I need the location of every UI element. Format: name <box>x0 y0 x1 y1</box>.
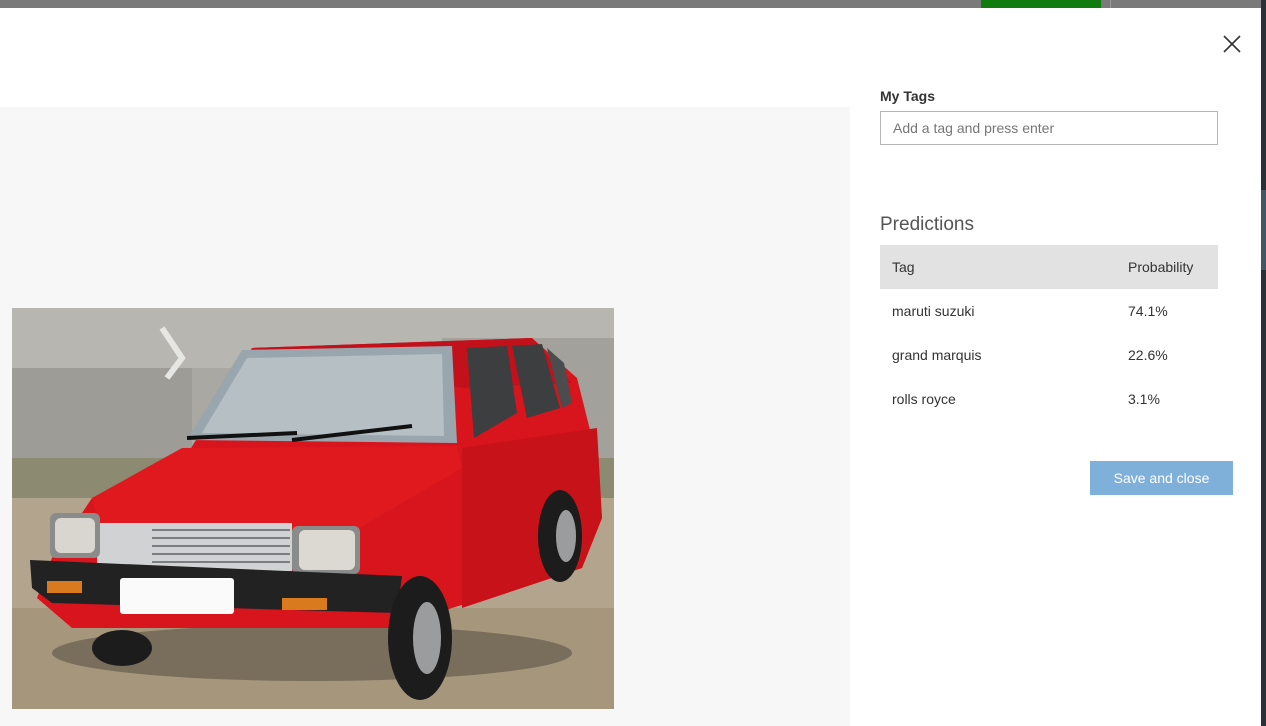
background-green-button <box>981 0 1101 8</box>
background-right-edge <box>1261 0 1266 726</box>
prediction-tag: maruti suzuki <box>892 303 975 319</box>
table-header-row: Tag Probability <box>880 245 1218 289</box>
prediction-probability: 74.1% <box>1128 303 1168 319</box>
save-and-close-button[interactable]: Save and close <box>1090 461 1233 495</box>
image-details-dialog: My Tags Predictions Tag Probability maru… <box>0 8 1261 726</box>
prediction-probability: 22.6% <box>1128 347 1168 363</box>
table-row: rolls royce 3.1% <box>880 377 1218 421</box>
image-preview-area <box>0 107 850 726</box>
predictions-table: Tag Probability maruti suzuki 74.1% gran… <box>880 245 1218 421</box>
background-image-hint <box>1261 190 1266 270</box>
prediction-tag: rolls royce <box>892 391 956 407</box>
car-photo <box>12 308 614 709</box>
column-header-probability: Probability <box>1116 245 1218 289</box>
prediction-probability: 3.1% <box>1128 391 1160 407</box>
close-icon <box>1223 35 1241 53</box>
table-row: maruti suzuki 74.1% <box>880 289 1218 333</box>
close-button[interactable] <box>1220 32 1244 56</box>
predictions-title: Predictions <box>880 214 974 235</box>
tag-input[interactable] <box>880 111 1218 145</box>
prediction-tag: grand marquis <box>892 347 982 363</box>
my-tags-label: My Tags <box>880 88 935 104</box>
background-divider <box>1110 0 1111 8</box>
table-row: grand marquis 22.6% <box>880 333 1218 377</box>
column-header-tag: Tag <box>880 245 1116 289</box>
